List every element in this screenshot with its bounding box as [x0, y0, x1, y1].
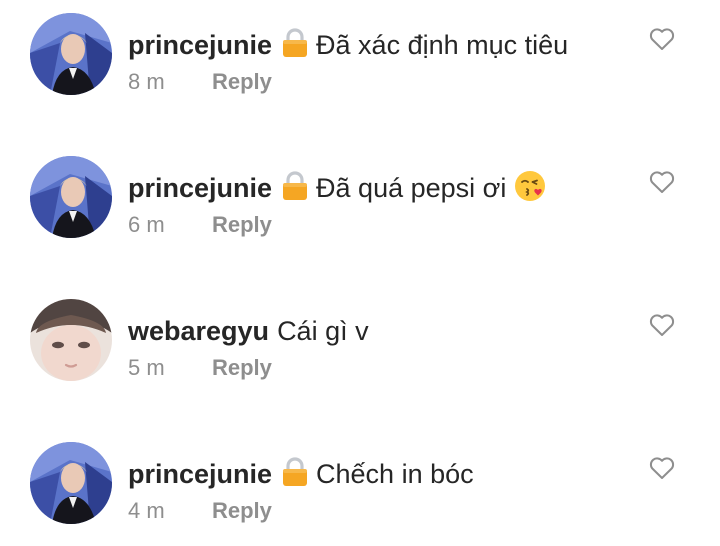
comment-item: princejunie Chếch in bóc 4 m Reply — [0, 429, 720, 539]
comment-meta: 6 m Reply — [128, 211, 272, 239]
heart-outline-icon[interactable] — [649, 27, 675, 51]
comment-text: Đã xác định mục tiêu — [316, 30, 569, 60]
comment-item: webaregyu Cái gì v 5 m Reply — [0, 286, 720, 396]
username-link[interactable]: princejunie — [128, 459, 272, 489]
avatar[interactable] — [30, 13, 112, 95]
heart-outline-icon[interactable] — [649, 313, 675, 337]
lock-icon — [282, 28, 308, 58]
comment-meta: 4 m Reply — [128, 497, 272, 525]
heart-outline-icon[interactable] — [649, 456, 675, 480]
lock-icon — [282, 457, 308, 487]
comment-line: princejunie Đã quá pepsi ơi — [128, 170, 546, 206]
comment-text: Chếch in bóc — [316, 459, 474, 489]
comment-time: 4 m — [128, 498, 165, 523]
username-link[interactable]: princejunie — [128, 173, 272, 203]
comment-meta: 8 m Reply — [128, 68, 272, 96]
comment-line: princejunie Đã xác định mục tiêu — [128, 27, 568, 63]
avatar[interactable] — [30, 156, 112, 238]
comment-line: webaregyu Cái gì v — [128, 313, 369, 349]
reply-button[interactable]: Reply — [212, 355, 272, 380]
comment-text: Đã quá pepsi ơi — [316, 173, 507, 203]
comment-meta: 5 m Reply — [128, 354, 272, 382]
heart-outline-icon[interactable] — [649, 170, 675, 194]
comment-time: 6 m — [128, 212, 165, 237]
comment-text: Cái gì v — [277, 316, 369, 346]
username-link[interactable]: webaregyu — [128, 316, 269, 346]
comment-item: princejunie Đã quá pepsi ơi 6 m Reply — [0, 143, 720, 253]
comment-time: 8 m — [128, 69, 165, 94]
avatar[interactable] — [30, 442, 112, 524]
face-blowing-kiss-emoji — [514, 170, 546, 202]
avatar[interactable] — [30, 299, 112, 381]
reply-button[interactable]: Reply — [212, 69, 272, 94]
lock-icon — [282, 171, 308, 201]
comment-item: princejunie Đã xác định mục tiêu 8 m Reply — [0, 0, 720, 110]
comment-time: 5 m — [128, 355, 165, 380]
reply-button[interactable]: Reply — [212, 212, 272, 237]
reply-button[interactable]: Reply — [212, 498, 272, 523]
comment-line: princejunie Chếch in bóc — [128, 456, 474, 492]
username-link[interactable]: princejunie — [128, 30, 272, 60]
